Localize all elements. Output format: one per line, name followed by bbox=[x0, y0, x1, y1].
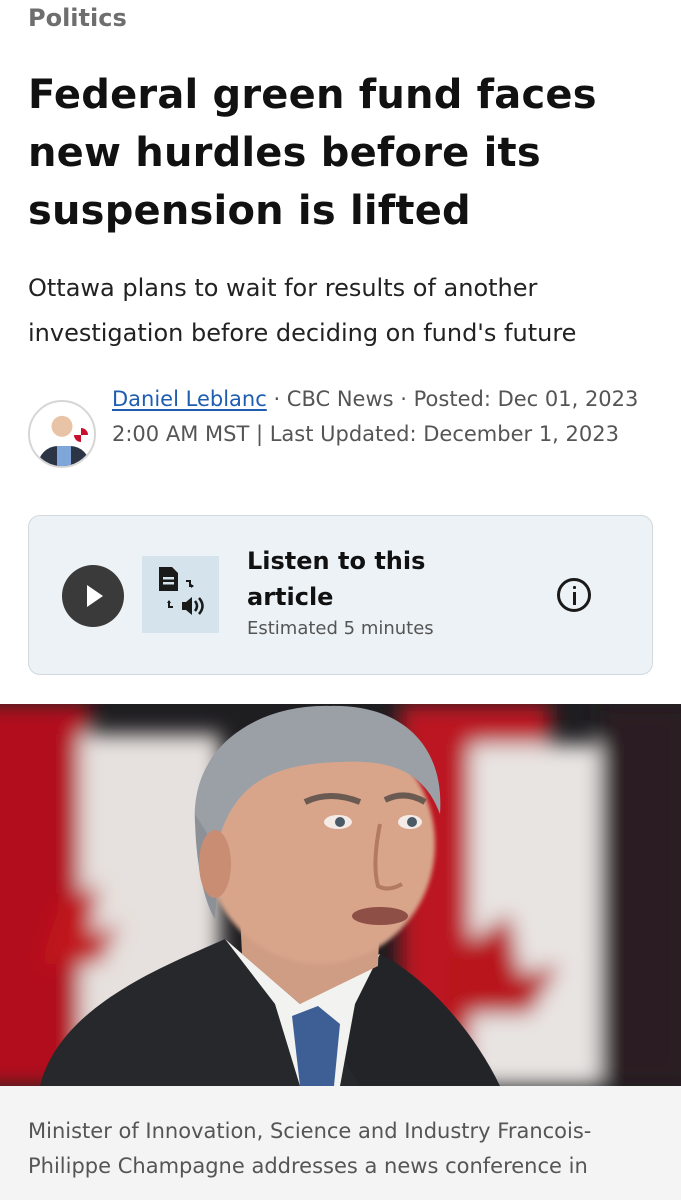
avatar-shirt bbox=[57, 446, 71, 466]
byline-text: Daniel Leblanc · CBC News · Posted: Dec … bbox=[112, 382, 672, 452]
article-headline: Federal green fund faces new hurdles bef… bbox=[28, 72, 597, 234]
byline-separator: · bbox=[393, 387, 414, 411]
author-avatar[interactable] bbox=[28, 400, 96, 468]
listen-to-article-card[interactable]: Listen to this article Estimated 5 minut… bbox=[28, 515, 653, 675]
article-dek: Ottawa plans to wait for results of anot… bbox=[28, 274, 577, 347]
info-icon[interactable] bbox=[557, 578, 591, 612]
photo-caption: Minister of Innovation, Science and Indu… bbox=[28, 1119, 592, 1178]
cbc-logo-icon bbox=[74, 428, 88, 442]
byline-separator: · bbox=[266, 387, 287, 411]
audio-title: Listen to this article bbox=[247, 547, 426, 611]
audio-duration: Estimated 5 minutes bbox=[247, 618, 434, 639]
photo-caption-area: Minister of Innovation, Science and Indu… bbox=[0, 1086, 681, 1200]
article-hero-photo bbox=[0, 704, 681, 1086]
outlet-name: CBC News bbox=[286, 387, 394, 411]
section-label[interactable]: Politics bbox=[28, 4, 127, 32]
text-to-speech-icon bbox=[142, 556, 219, 633]
byline: Daniel Leblanc · CBC News · Posted: Dec … bbox=[28, 382, 658, 492]
play-button[interactable] bbox=[62, 565, 124, 627]
author-link[interactable]: Daniel Leblanc bbox=[112, 387, 267, 411]
